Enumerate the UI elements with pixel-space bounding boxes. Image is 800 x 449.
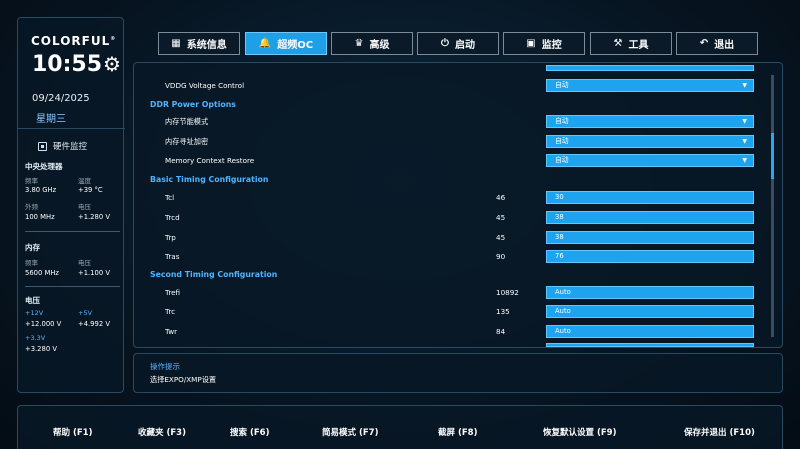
mem-freq-value: 5600 MHz: [25, 269, 60, 277]
mem-ctx-restore-select[interactable]: 自动 ▼: [546, 154, 754, 167]
trc-label: Trc: [165, 307, 176, 316]
hint-panel: 操作提示 选择EXPO/XMP设置: [133, 353, 783, 393]
trp-input[interactable]: 38: [546, 231, 754, 244]
twr-input[interactable]: Auto: [546, 325, 754, 338]
cpu-temp-label: 温度: [78, 177, 91, 185]
search-button[interactable]: 搜索 (F6): [230, 426, 269, 438]
vddg-select[interactable]: 自动 ▼: [546, 79, 754, 92]
second-timing-heading: Second Timing Configuration: [150, 270, 278, 279]
screenshot-button[interactable]: 截屏 (F8): [438, 426, 477, 438]
bottom-partial-field[interactable]: [546, 343, 754, 347]
vddg-label: VDDG Voltage Control: [165, 81, 245, 90]
trc-current: 135: [496, 307, 510, 316]
trp-label: Trp: [165, 233, 176, 242]
hint-text: 选择EXPO/XMP设置: [150, 375, 217, 384]
mem-addr-enc-label: 内存寻址加密: [165, 137, 209, 146]
trc-input[interactable]: Auto: [546, 305, 754, 318]
chevron-down-icon: ▼: [742, 138, 747, 145]
cpu-freq-label: 频率: [25, 177, 38, 185]
v33-label: +3.3V: [25, 334, 46, 342]
v5-value: +4.992 V: [78, 320, 110, 328]
cpu-freq-value: 3.80 GHz: [25, 186, 57, 194]
mem-power-save-select[interactable]: 自动 ▼: [546, 115, 754, 128]
twr-label: Twr: [165, 327, 178, 336]
chip-icon: [38, 141, 47, 151]
clock-time: 10:55: [32, 52, 103, 77]
tras-current: 90: [496, 252, 506, 261]
tab-exit[interactable]: ↶ 退出: [676, 32, 758, 55]
top-partial-field[interactable]: [546, 65, 754, 71]
tab-monitor[interactable]: ▣ 监控: [503, 32, 585, 55]
trp-current: 45: [496, 233, 506, 242]
trcd-input[interactable]: 38: [546, 211, 754, 224]
ddr-power-heading: DDR Power Options: [150, 100, 236, 109]
chevron-down-icon: ▼: [742, 157, 747, 164]
tras-input[interactable]: 76: [546, 250, 754, 263]
restore-defaults-button[interactable]: 恢复默认设置 (F9): [543, 426, 616, 438]
tab-advanced[interactable]: ♛ 高级: [331, 32, 413, 55]
cpu-temp-value: +39 °C: [78, 186, 103, 194]
cpu-heading: 中央处理器: [25, 162, 63, 171]
trefi-input[interactable]: Auto: [546, 286, 754, 299]
v33-value: +3.280 V: [25, 345, 57, 353]
chevron-down-icon: ▼: [742, 118, 747, 125]
cpu-ext-value: 100 MHz: [25, 213, 55, 221]
tcl-current: 46: [496, 193, 506, 202]
clock-weekday: 星期三: [36, 114, 66, 125]
monitor-icon: ▣: [526, 37, 536, 49]
mem-addr-enc-select[interactable]: 自动 ▼: [546, 135, 754, 148]
tras-label: Tras: [165, 252, 180, 261]
scrollbar-thumb[interactable]: [771, 133, 774, 179]
scrollbar-track[interactable]: [771, 75, 774, 337]
tcl-input[interactable]: 30: [546, 191, 754, 204]
basic-timing-heading: Basic Timing Configuration: [150, 175, 269, 184]
brand-logo: COLORFUL®: [31, 34, 117, 48]
tab-tools[interactable]: ⚒ 工具: [590, 32, 672, 55]
memory-divider: [25, 286, 120, 287]
cpu-volt-label: 电压: [78, 203, 91, 211]
settings-panel: VDDG Voltage Control 自动 ▼ DDR Power Opti…: [133, 62, 783, 348]
exit-arrow-icon: ↶: [699, 37, 709, 49]
mem-power-save-label: 内存节能模式: [165, 117, 209, 126]
voltage-heading: 电压: [25, 296, 40, 305]
cpu-volt-value: +1.280 V: [78, 213, 110, 221]
favorites-button[interactable]: 收藏夹 (F3): [138, 426, 186, 438]
rocket-icon: 🔔: [258, 37, 272, 49]
clock-date: 09/24/2025: [32, 93, 90, 104]
v5-label: +5V: [78, 309, 93, 317]
hardware-sidebar: COLORFUL® 10:55 ⚙ 09/24/2025 星期三 硬件监控 中央…: [17, 17, 125, 393]
gear-icon[interactable]: ⚙: [103, 52, 121, 76]
easy-mode-button[interactable]: 简易模式 (F7): [322, 426, 378, 438]
memory-heading: 内存: [25, 243, 40, 252]
v12-label: +12V: [25, 309, 44, 317]
hw-monitor-heading: 硬件监控: [38, 140, 87, 152]
hint-title: 操作提示: [150, 362, 180, 371]
save-exit-button[interactable]: 保存并退出 (F10): [684, 426, 755, 438]
cpu-ext-label: 外频: [25, 203, 38, 211]
tab-system-info[interactable]: ▦ 系统信息: [158, 32, 240, 55]
trefi-current: 10892: [496, 288, 519, 297]
mem-freq-label: 频率: [25, 259, 38, 267]
cpu-divider: [25, 231, 120, 232]
mem-volt-label: 电压: [78, 259, 91, 267]
tcl-label: Tcl: [165, 193, 175, 202]
sidebar-divider: [18, 128, 125, 129]
grid-icon: ▦: [171, 37, 181, 49]
tab-boot[interactable]: ⏻ 启动: [417, 32, 499, 55]
crown-icon: ♛: [354, 37, 364, 49]
mem-ctx-restore-label: Memory Context Restore: [165, 156, 255, 165]
chevron-down-icon: ▼: [742, 82, 747, 89]
twr-current: 84: [496, 327, 506, 336]
footer-bar: 帮助 (F1) 收藏夹 (F3) 搜索 (F6) 简易模式 (F7) 截屏 (F…: [17, 405, 783, 449]
trefi-label: Trefi: [165, 288, 181, 297]
help-button[interactable]: 帮助 (F1): [53, 426, 92, 438]
trcd-current: 45: [496, 213, 506, 222]
toolbox-icon: ⚒: [613, 37, 623, 49]
mem-volt-value: +1.100 V: [78, 269, 110, 277]
trcd-label: Trcd: [165, 213, 180, 222]
v12-value: +12.000 V: [25, 320, 62, 328]
tab-overclock[interactable]: 🔔 超频OC: [245, 32, 327, 55]
power-icon: ⏻: [441, 37, 449, 49]
